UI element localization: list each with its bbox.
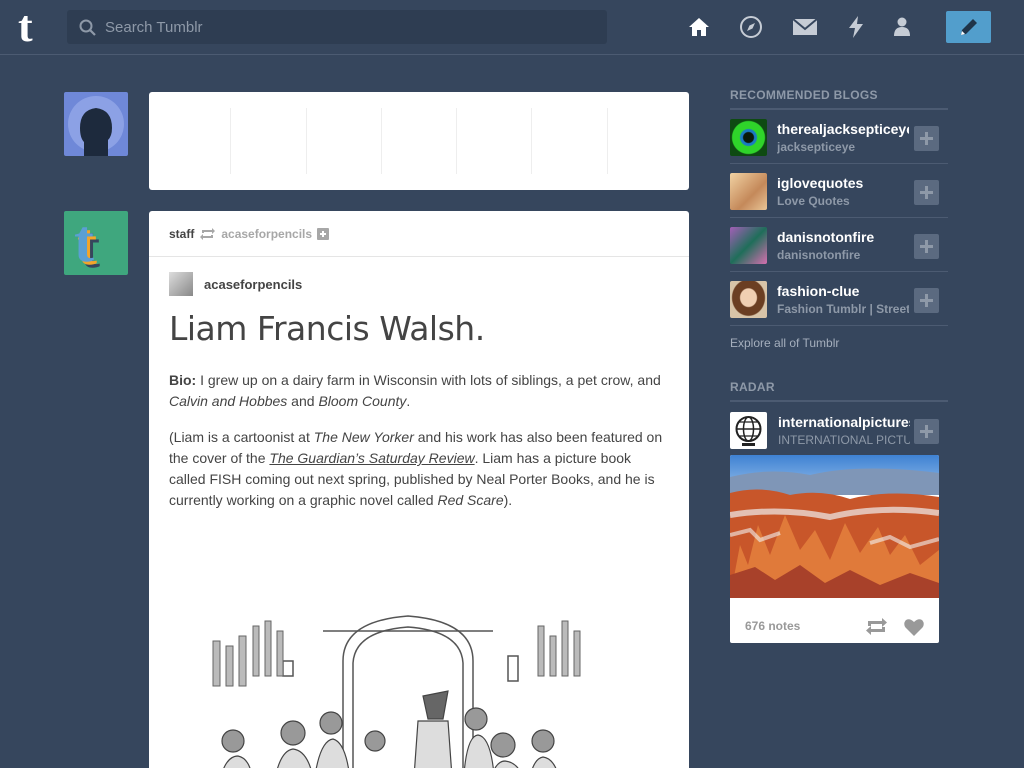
reblog-icon[interactable]: [866, 618, 887, 635]
search-icon: [79, 19, 96, 36]
radar-blog-subtitle: INTERNATIONAL PICTURES: [778, 433, 910, 447]
user-avatar[interactable]: [64, 92, 128, 156]
post-body: Bio: I grew up on a dairy farm in Wiscon…: [169, 370, 669, 526]
inbox-icon[interactable]: [792, 14, 818, 40]
recommended-blog-item[interactable]: danisnotonfire danisnotonfire: [730, 218, 948, 272]
follow-button[interactable]: [914, 126, 939, 151]
info-text: (Liam is a cartoonist at: [169, 429, 314, 445]
follow-plus-icon[interactable]: [317, 227, 330, 240]
recommended-blog-item[interactable]: therealjacksepticeye jacksepticeye: [730, 110, 948, 164]
activity-icon[interactable]: [843, 14, 869, 40]
post-type-photo[interactable]: [231, 108, 307, 174]
bio-text: and: [287, 393, 319, 409]
radar-blog-name[interactable]: internationalpictures: [778, 414, 910, 430]
sidebar: RECOMMENDED BLOGS therealjacksepticeye j…: [730, 88, 948, 449]
search-bar[interactable]: [67, 10, 607, 44]
radar-heading: RADAR: [730, 380, 948, 402]
info-paragraph: (Liam is a cartoonist at The New Yorker …: [169, 427, 669, 511]
home-icon[interactable]: [686, 14, 712, 40]
blog-name[interactable]: iglovequotes: [777, 175, 909, 191]
tumblr-logo[interactable]: t: [18, 5, 48, 49]
bio-paragraph: Bio: I grew up on a dairy farm in Wiscon…: [169, 370, 669, 412]
info-text: ).: [503, 492, 513, 508]
radar-post-card[interactable]: 676 notes: [730, 455, 939, 643]
top-navigation-bar: t: [0, 0, 1024, 55]
post-header: staff acaseforpencils: [149, 211, 689, 257]
blog-subtitle: Love Quotes: [777, 194, 850, 208]
blog-avatar[interactable]: [730, 227, 767, 264]
post-type-audio[interactable]: [532, 108, 608, 174]
blog-subtitle: Fashion Tumblr | Street Style: [777, 302, 909, 316]
post-type-quote[interactable]: [307, 108, 382, 174]
follow-button[interactable]: [914, 234, 939, 259]
follow-button[interactable]: [914, 288, 939, 313]
new-post-box: [149, 92, 689, 190]
bio-text: I grew up on a dairy farm in Wisconsin w…: [196, 372, 661, 388]
recommended-blog-item[interactable]: fashion-clue Fashion Tumblr | Street Sty…: [730, 272, 948, 326]
reblog-icon: [200, 227, 216, 240]
blog-avatar[interactable]: [730, 173, 767, 210]
bio-label: Bio:: [169, 372, 197, 388]
blog-subtitle: danisnotonfire: [777, 248, 861, 262]
staff-avatar[interactable]: t t t: [64, 211, 128, 275]
post-card: staff acaseforpencils acaseforpencils Li…: [149, 211, 689, 768]
bio-text: .: [406, 393, 411, 409]
post-type-link[interactable]: [382, 108, 458, 174]
source-name[interactable]: acaseforpencils: [204, 277, 302, 292]
post-title: Liam Francis Walsh.: [169, 309, 485, 348]
radar-post-footer: 676 notes: [730, 603, 939, 643]
blog-name[interactable]: fashion-clue: [777, 283, 909, 299]
info-em: The New Yorker: [313, 429, 414, 445]
source-line: acaseforpencils: [169, 272, 302, 296]
source-avatar[interactable]: [169, 272, 193, 296]
explore-link[interactable]: Explore all of Tumblr: [730, 336, 948, 350]
blog-subtitle: jacksepticeye: [777, 140, 856, 154]
bio-em: Calvin and Hobbes: [169, 393, 288, 409]
pencil-icon: [960, 19, 977, 35]
blog-name[interactable]: therealjacksepticeye: [777, 121, 909, 137]
info-em: Red Scare: [437, 492, 504, 508]
post-author[interactable]: staff: [169, 227, 194, 241]
search-input[interactable]: [105, 10, 595, 44]
blog-avatar[interactable]: [730, 119, 767, 156]
recommended-blog-item[interactable]: iglovequotes Love Quotes: [730, 164, 948, 218]
blog-name[interactable]: danisnotonfire: [777, 229, 909, 245]
radar-photo[interactable]: [730, 455, 939, 598]
radar-blog[interactable]: internationalpictures INTERNATIONAL PICT…: [730, 402, 948, 449]
bio-em: Bloom County: [318, 393, 407, 409]
recommended-heading: RECOMMENDED BLOGS: [730, 88, 948, 110]
post-type-video[interactable]: [608, 108, 682, 174]
globe-icon[interactable]: [730, 412, 767, 449]
follow-button[interactable]: [914, 180, 939, 205]
post-type-chat[interactable]: [457, 108, 533, 174]
explore-icon[interactable]: [738, 14, 764, 40]
reblogged-from[interactable]: acaseforpencils: [221, 227, 312, 241]
follow-button[interactable]: [914, 419, 939, 444]
like-heart-icon[interactable]: [904, 618, 924, 636]
guardian-link[interactable]: The Guardian’s Saturday Review: [269, 450, 474, 466]
notes-count[interactable]: 676 notes: [745, 619, 800, 633]
blog-avatar[interactable]: [730, 281, 767, 318]
compose-button[interactable]: [946, 11, 991, 43]
post-type-text[interactable]: [156, 108, 232, 174]
account-icon[interactable]: [889, 14, 915, 40]
svg-text:t: t: [74, 211, 94, 274]
cartoon-image: [212, 615, 581, 768]
